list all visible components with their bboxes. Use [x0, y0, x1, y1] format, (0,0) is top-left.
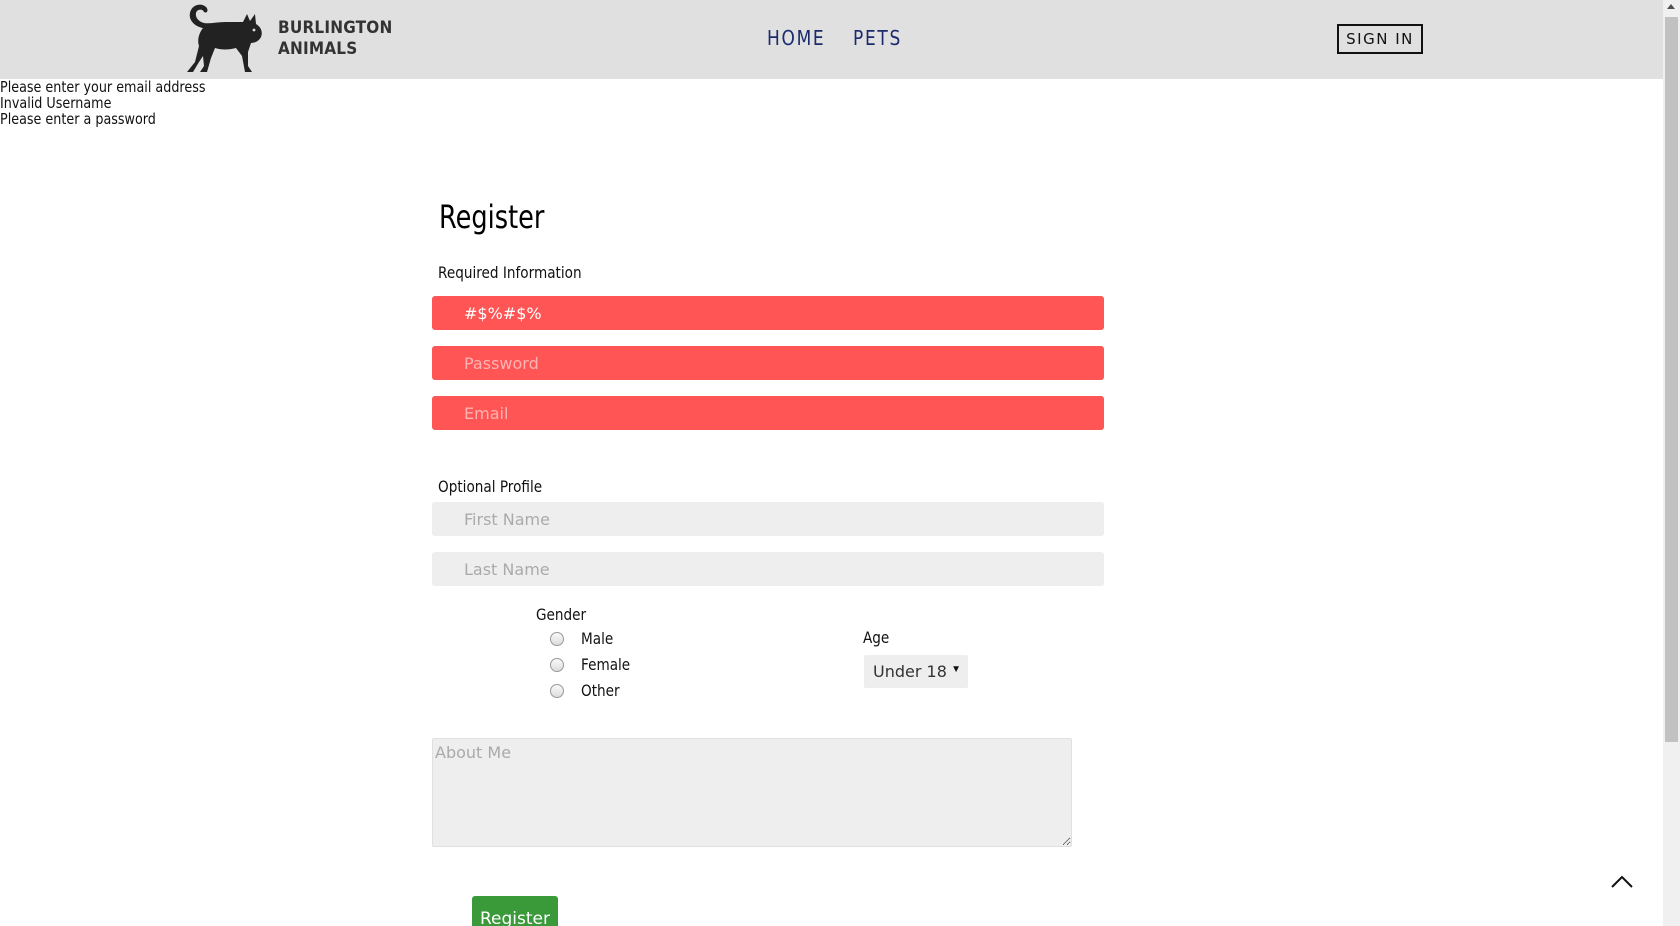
age-label: Age [863, 628, 890, 647]
username-field[interactable] [432, 296, 1104, 330]
gender-label: Gender [536, 605, 587, 624]
register-button[interactable]: Register [472, 896, 558, 926]
gender-option-male[interactable]: Male [550, 629, 613, 649]
required-info-heading: Required Information [438, 263, 582, 282]
gender-option-other[interactable]: Other [550, 681, 620, 701]
brand-line-2: ANIMALS [278, 39, 358, 59]
error-messages: Please enter your email address Invalid … [0, 79, 206, 127]
radio-other[interactable] [550, 684, 564, 698]
age-select-value: Under 18 [873, 662, 947, 681]
header-bar: BURLINGTON ANIMALS HOME PETS SIGN IN [0, 0, 1663, 79]
radio-female[interactable] [550, 658, 564, 672]
scroll-up-arrow-icon[interactable] [1667, 4, 1675, 9]
brand-name[interactable]: BURLINGTON ANIMALS [278, 18, 392, 60]
chevron-up-icon[interactable] [1608, 872, 1636, 892]
cat-icon[interactable] [185, 2, 265, 76]
error-password: Please enter a password [0, 110, 156, 128]
last-name-field[interactable] [432, 552, 1104, 586]
radio-other-label: Other [581, 681, 620, 700]
nav-home-link[interactable]: HOME [767, 26, 825, 50]
error-email: Please enter your email address [0, 78, 206, 96]
scrollbar-thumb[interactable] [1665, 17, 1678, 742]
sign-in-button[interactable]: SIGN IN [1337, 24, 1423, 54]
radio-male[interactable] [550, 632, 564, 646]
vertical-scrollbar[interactable] [1663, 0, 1680, 926]
radio-female-label: Female [581, 655, 631, 674]
about-me-textarea[interactable] [432, 738, 1072, 847]
brand-line-1: BURLINGTON [278, 18, 393, 38]
error-username: Invalid Username [0, 94, 112, 112]
password-field[interactable] [432, 346, 1104, 380]
first-name-field[interactable] [432, 502, 1104, 536]
gender-option-female[interactable]: Female [550, 655, 630, 675]
dropdown-arrow-icon: ▼ [951, 664, 961, 675]
radio-male-label: Male [581, 629, 614, 648]
email-field[interactable] [432, 396, 1104, 430]
nav-pets-link[interactable]: PETS [853, 26, 902, 50]
page-title: Register [439, 198, 545, 236]
age-select[interactable]: Under 18 ▼ [864, 655, 968, 688]
optional-profile-heading: Optional Profile [438, 477, 543, 496]
